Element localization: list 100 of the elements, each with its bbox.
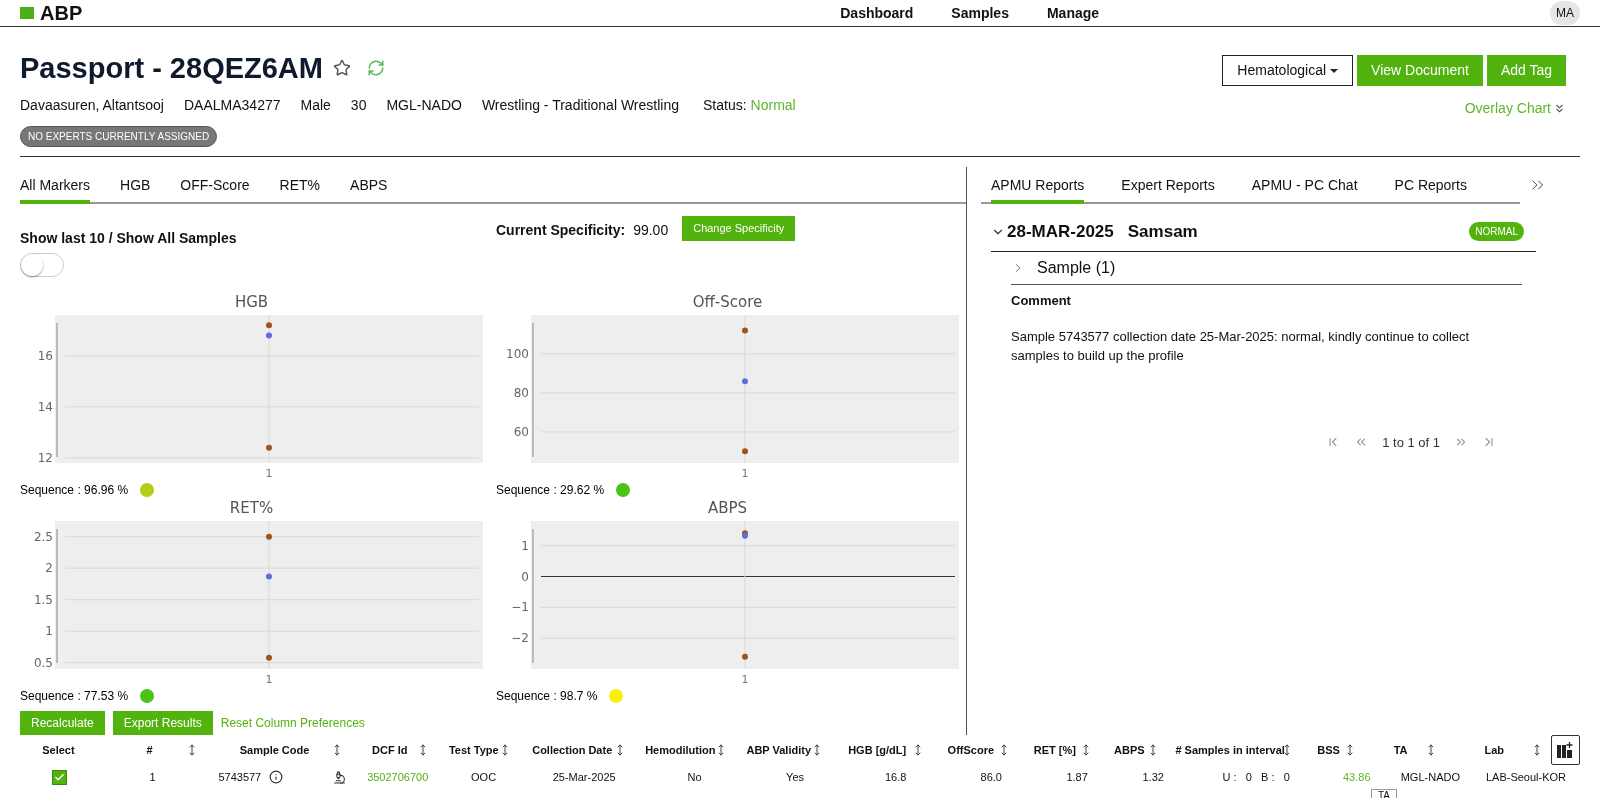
table-cell-text: Yes [786,769,805,785]
sequence-label: Sequence : 96.96 % [20,482,129,499]
table-cell-text: MGL-NADO [1400,769,1460,785]
nav-link[interactable]: Samples [951,2,1009,24]
column-header[interactable]: Sample Code [239,741,310,759]
check-icon [53,771,65,783]
column-header[interactable]: TA [1393,741,1408,759]
marker-tab[interactable]: ABPS [350,175,388,204]
column-header[interactable]: DCF Id [372,741,408,759]
axis-tick-label: 12 [37,450,53,465]
axis-tick-label: 16 [37,348,53,363]
data-point [742,327,748,334]
table-cell-text: 1.32 [1142,769,1164,785]
table-cell-text: U : 0 B : 0 [1222,769,1290,785]
column-header[interactable]: BSS [1317,741,1340,759]
sequence-label: Sequence : 29.62 % [496,482,605,499]
axis-tick-label: 1 [741,673,749,686]
axis-tick-label: 1 [265,673,273,686]
report-date: 28-MAR-2025 [1007,220,1114,243]
status-label: Status: [703,96,747,115]
athlete-info: DAALMA34277 [184,96,281,115]
sample-section-label[interactable]: Sample (1) [1037,256,1116,280]
sequence-label: Sequence : 98.7 % [496,688,598,705]
sequence-label: Sequence : 77.53 % [20,688,129,705]
data-point [266,322,272,329]
column-header[interactable]: ABPS [1114,741,1145,759]
experts-badge: NO EXPERTS CURRENTLY ASSIGNED [20,126,218,147]
chart-title: Off-Score [692,293,763,311]
nav-link[interactable]: Dashboard [840,2,914,24]
axis-tick-label: 1.5 [33,592,53,607]
table-cell-text: 43.86 [1343,769,1371,785]
type-dropdown[interactable]: Hematological [1222,55,1354,86]
axis-tick-label: −1 [511,600,529,615]
axis-tick-label: 14 [37,399,53,414]
axis-tick-label: 0.5 [33,655,53,670]
logo-text[interactable]: ABP [40,3,83,23]
column-header[interactable]: # [146,741,153,759]
user-avatar[interactable]: MA [1550,1,1580,25]
row-checkbox[interactable] [51,769,67,785]
specificity-label: Current Specificity: [496,221,626,240]
axis-tick-label: −2 [511,631,529,646]
axis-tick-label: 1 [741,467,749,480]
column-header[interactable]: Test Type [448,741,499,759]
marker-tab[interactable]: RET% [279,175,321,204]
axis-tick-label: 1 [45,624,53,639]
athlete-info: Wrestling - Traditional Wrestling [481,96,679,115]
report-author: Samsam [1127,220,1198,243]
column-header[interactable]: Collection Date [532,741,613,759]
data-point [742,448,748,455]
marker-tab[interactable]: HGB [120,175,151,204]
report-tab[interactable]: APMU Reports [991,175,1085,204]
column-header[interactable]: Hemodilution [645,741,716,759]
star-icon[interactable] [333,59,351,77]
athlete-info: MGL-NADO [386,96,462,115]
axis-tick-label: 1 [265,467,273,480]
table-cell-text: No [687,769,702,785]
marker-tab[interactable]: All Markers [20,175,90,204]
chart-title: ABPS [707,499,748,517]
page-title: Passport - 28QEZ6AM [20,51,323,85]
data-point [266,332,272,339]
table-cell-text: 25-Mar-2025 [552,769,616,785]
info-icon[interactable] [269,770,284,784]
caret-icon [1330,68,1339,73]
nav-link[interactable]: Manage [1046,2,1100,24]
report-tab[interactable]: APMU - PC Chat [1251,175,1358,204]
chart-title: HGB [234,293,269,311]
data-point [742,378,748,385]
athlete-info: 30 [350,96,367,115]
column-header[interactable]: RET [%] [1033,741,1076,759]
column-header[interactable]: ABP Validity [746,741,812,759]
table-cell-text: LAB-Seoul-KOR [1485,769,1567,785]
axis-tick-label: 0 [521,569,529,584]
marker-tab[interactable]: OFF-Score [180,175,250,204]
table-cell-text: 1.87 [1066,769,1088,785]
table-cell-text: 5743577 [218,769,262,785]
athlete-info: Male [300,96,331,115]
column-header[interactable]: HGB [g/dL] [848,741,907,759]
data-point [266,533,272,540]
chart-title: RET% [229,499,274,517]
table-cell-text: 1 [149,769,156,785]
column-picker-button[interactable] [1551,735,1580,765]
status-badge: NORMAL [1469,222,1524,241]
table-cell-text: OOC [471,769,497,785]
comment-label: Comment [1011,292,1072,310]
axis-tick-label: 60 [513,424,529,439]
report-tab[interactable]: PC Reports [1394,175,1467,204]
pagination-text: 1 to 1 of 1 [1382,433,1440,452]
show-samples-label: Show last 10 / Show All Samples [20,230,237,246]
athlete-info: Davaasuren, Altantsooj [20,96,164,115]
data-point [266,654,272,661]
column-header[interactable]: Select [42,741,75,759]
column-header[interactable]: Lab [1484,741,1505,759]
report-tab[interactable]: Expert Reports [1121,175,1215,204]
microscope-icon[interactable] [332,770,346,784]
table-cell-text: 86.0 [980,769,1002,785]
data-point [266,444,272,451]
column-header[interactable]: # Samples in interval [1175,741,1285,759]
axis-tick-label: 2 [45,561,53,576]
toggle-switch[interactable] [20,253,64,277]
column-header[interactable]: OffScore [947,741,995,759]
